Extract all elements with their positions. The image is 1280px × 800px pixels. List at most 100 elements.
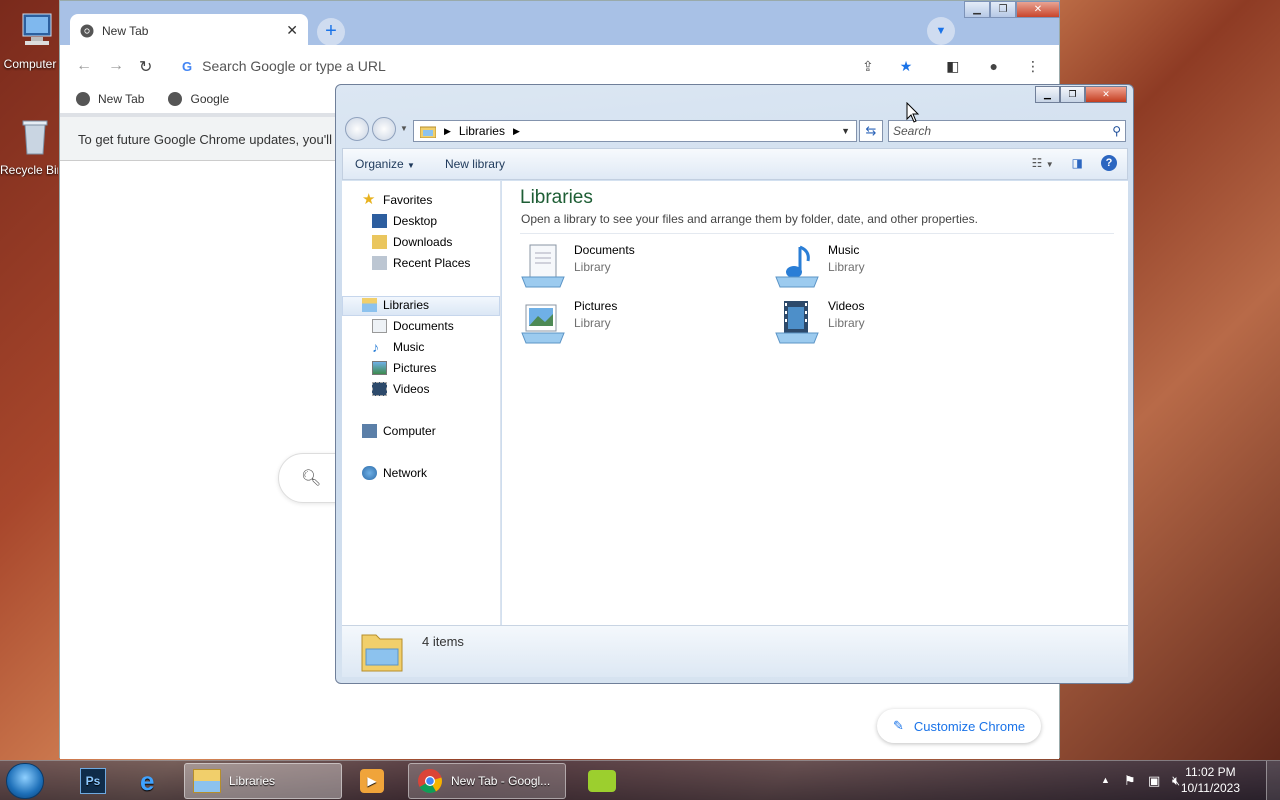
nav-videos[interactable]: Videos [372,379,429,399]
page-description: Open a library to see your files and arr… [521,212,978,226]
search-icon: ⚲ [1112,124,1121,138]
tab-title: New Tab [102,23,149,38]
maximize-button[interactable]: ❐ [990,1,1016,18]
minimize-button[interactable]: ▁ [1035,86,1060,103]
change-view-icon[interactable]: ☷ ▼ [1032,156,1054,170]
show-desktop-button[interactable] [1266,761,1280,800]
show-hidden-icons-icon[interactable]: ▲ [1101,775,1110,785]
app-taskbar-icon[interactable] [580,763,620,799]
forward-button[interactable] [372,117,396,141]
internet-explorer-taskbar-icon[interactable]: e [132,763,170,799]
nav-label: Libraries [383,298,430,312]
documents-library-icon [521,244,565,288]
nav-desktop[interactable]: Desktop [372,211,437,231]
back-button[interactable] [345,117,369,141]
nav-downloads[interactable]: Downloads [372,232,452,252]
downloads-folder-icon [372,235,387,249]
side-panel-icon[interactable]: ◧ [946,58,959,75]
desktop-icon-label: Computer [3,57,57,71]
bookmark-star-icon[interactable]: ★ [900,58,913,75]
nav-favorites[interactable]: ★ Favorites [362,190,432,210]
library-name: Pictures [574,299,618,313]
library-name: Videos [828,299,865,313]
bookmark-label: New Tab [98,92,145,106]
nav-computer[interactable]: Computer [362,421,436,441]
bookmark-google[interactable]: Google [168,92,229,106]
library-type: Library [828,260,865,274]
green-app-icon [588,770,616,792]
library-item-videos[interactable]: Videos Library [774,299,865,345]
taskbar-button-libraries[interactable]: Libraries [184,763,342,799]
internet-explorer-icon: e [140,765,155,796]
refresh-button[interactable]: ⇆ [859,120,883,142]
divider [520,233,1114,234]
documents-icon [372,319,387,333]
new-tab-button[interactable]: + [317,18,345,46]
nav-label: Desktop [393,214,438,228]
new-library-button[interactable]: New library [445,157,505,171]
taskbar: Ps e Libraries ▶ New Tab - Googl... ▲ ⚑ … [0,760,1280,800]
taskbar-button-chrome[interactable]: New Tab - Googl... [408,763,566,799]
network-tray-icon[interactable]: ▣ [1148,773,1160,789]
videos-library-icon [775,301,819,344]
menu-kebab-icon[interactable]: ⋮ [1026,58,1040,75]
photoshop-taskbar-icon[interactable]: Ps [72,763,110,799]
music-note-icon: ♪ [372,339,379,355]
nav-recent-places[interactable]: Recent Places [372,253,470,273]
start-button[interactable] [6,763,44,799]
videos-filmstrip-icon [372,382,387,396]
recycle-bin-icon [22,120,48,155]
profile-icon[interactable]: ● [990,58,998,74]
library-item-pictures[interactable]: Pictures Library [520,299,617,345]
library-item-documents[interactable]: Documents Library [520,243,635,289]
media-player-taskbar-icon[interactable]: ▶ [352,763,394,799]
action-center-flag-icon[interactable]: ⚑ [1124,773,1136,789]
volume-muted-icon[interactable]: 🔇︎ [1172,773,1180,789]
nav-libraries[interactable]: Libraries [362,295,429,315]
system-clock[interactable]: 11:02 PM 10/11/2023 [1181,764,1240,796]
close-button[interactable]: ✕ [1016,1,1060,18]
omnibox[interactable]: G Search Google or type a URL ⇪ ★ ◧ ● ⋮ [170,52,1040,80]
nav-music[interactable]: ♪ Music [372,337,424,357]
close-button[interactable]: ✕ [1085,86,1127,103]
nav-label: Pictures [393,361,437,375]
tab-search-button[interactable]: ▼ [927,17,955,45]
address-dropdown-icon[interactable]: ▼ [841,126,850,136]
nav-network[interactable]: Network [362,463,427,483]
back-icon[interactable]: ← [76,57,92,75]
clock-time: 11:02 PM [1185,765,1236,779]
bookmark-label: Google [190,92,230,106]
pencil-icon: ✎ [893,718,904,733]
libraries-folder-icon [420,126,436,138]
navigation-pane: ★ Favorites Desktop Downloads Recent Plac… [342,181,501,625]
library-item-music[interactable]: Music Library [774,243,865,289]
preview-pane-icon[interactable]: ◨ [1072,156,1083,170]
bookmark-new-tab[interactable]: New Tab [76,92,144,106]
organize-button[interactable]: Organize ▼ [355,157,415,171]
chrome-toolbar: ← → ↻ G Search Google or type a URL ⇪ ★ … [60,45,1059,85]
computer-icon [362,424,377,438]
customize-chrome-button[interactable]: ✎ Customize Chrome [877,709,1041,743]
recent-pages-icon[interactable]: ▼ [400,124,408,133]
library-name: Documents [574,243,635,257]
nav-documents[interactable]: Documents [372,316,454,336]
help-icon[interactable]: ? [1101,155,1117,171]
chrome-window-controls: ▁ ❐ ✕ [964,1,1060,18]
tab-new-tab[interactable]: New Tab ✕ [70,14,308,47]
address-bar[interactable]: ▶ Libraries ▶ ▼ [413,120,857,142]
maximize-button[interactable]: ❐ [1060,86,1085,103]
nav-label: Music [393,340,425,354]
share-icon[interactable]: ⇪ [862,58,874,75]
search-input[interactable]: Search ⚲ [888,120,1126,142]
search-icon: 🔍︎ [301,470,322,487]
forward-icon[interactable]: → [108,57,124,75]
nav-label: Network [383,466,428,480]
minimize-button[interactable]: ▁ [964,1,990,18]
taskbar-button-label: New Tab - Googl... [451,774,551,788]
nav-pictures[interactable]: Pictures [372,358,436,378]
nav-label: Favorites [383,193,433,207]
reload-icon[interactable]: ↻ [139,57,152,77]
breadcrumb-arrow-icon[interactable]: ▶ [513,126,520,137]
breadcrumb-libraries[interactable]: Libraries [459,124,505,138]
tab-close-icon[interactable]: ✕ [286,22,298,39]
